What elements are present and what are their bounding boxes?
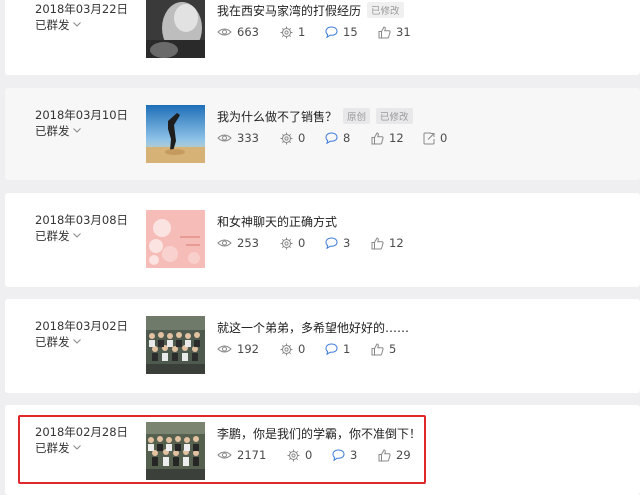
comment-icon xyxy=(325,237,338,249)
article-thumbnail[interactable] xyxy=(146,0,205,58)
status-label: 已群发 xyxy=(35,229,70,243)
chevron-down-icon xyxy=(72,22,81,27)
share-icon xyxy=(423,132,435,144)
article-title[interactable]: 就这一个弟弟，多希望他好好的…… xyxy=(217,319,409,336)
publish-date: 2018年03月02日 xyxy=(35,319,129,333)
article-card[interactable]: 2018年03月10日 已群发 我为什么做不了销售？ 原创 已修改 333 0 8 xyxy=(5,88,640,180)
gear-like-icon xyxy=(280,26,293,38)
highlight-box xyxy=(18,415,426,484)
publish-date: 2018年03月10日 xyxy=(35,108,129,122)
eye-icon xyxy=(217,345,232,353)
status-dropdown[interactable]: 已群发 xyxy=(35,17,81,33)
thumbs-count: 31 xyxy=(378,25,411,39)
comment-count: 8 xyxy=(325,131,350,145)
comment-count: 1 xyxy=(325,342,350,356)
read-count: 253 xyxy=(217,236,259,250)
comment-icon xyxy=(325,26,338,38)
gear-like-icon xyxy=(280,132,293,144)
comment-icon xyxy=(325,343,338,355)
publish-date: 2018年03月22日 xyxy=(35,2,129,16)
share-count: 0 xyxy=(423,131,447,145)
read-count: 663 xyxy=(217,25,259,39)
thumbs-up-icon xyxy=(371,236,384,249)
status-dropdown[interactable]: 已群发 xyxy=(35,334,81,350)
like-count: 0 xyxy=(280,342,305,356)
like-count: 1 xyxy=(280,25,305,39)
status-label: 已群发 xyxy=(35,124,70,138)
article-title[interactable]: 我为什么做不了销售？ 原创 已修改 xyxy=(217,108,413,125)
comment-count: 15 xyxy=(325,25,358,39)
article-card[interactable]: 2018年03月22日 已群发 我在西安马家湾的打假经历 已修改 663 1 15 xyxy=(5,0,640,75)
like-count: 0 xyxy=(280,236,305,250)
thumbs-count: 12 xyxy=(371,131,404,145)
eye-icon xyxy=(217,134,232,142)
edited-tag: 已修改 xyxy=(367,2,404,18)
read-count: 333 xyxy=(217,131,259,145)
chevron-down-icon xyxy=(72,339,81,344)
article-thumbnail[interactable] xyxy=(146,210,205,268)
original-tag: 原创 xyxy=(343,108,371,124)
thumbs-count: 12 xyxy=(371,236,404,250)
thumbs-up-icon xyxy=(371,131,384,144)
comment-count: 3 xyxy=(325,236,350,250)
edited-tag: 已修改 xyxy=(376,108,413,124)
comment-icon xyxy=(325,132,338,144)
gear-like-icon xyxy=(280,343,293,355)
article-title[interactable]: 我在西安马家湾的打假经历 已修改 xyxy=(217,2,404,19)
article-card[interactable]: 2018年03月02日 已群发 就这一个弟弟，多希望他好好的…… 192 0 1 xyxy=(5,299,640,393)
status-label: 已群发 xyxy=(35,18,70,32)
status-label: 已群发 xyxy=(35,335,70,349)
like-count: 0 xyxy=(280,131,305,145)
article-thumbnail[interactable] xyxy=(146,105,205,163)
eye-icon xyxy=(217,28,232,36)
chevron-down-icon xyxy=(72,128,81,133)
article-title[interactable]: 和女神聊天的正确方式 xyxy=(217,213,337,230)
article-thumbnail[interactable] xyxy=(146,316,205,374)
thumbs-up-icon xyxy=(378,25,391,38)
thumbs-up-icon xyxy=(371,342,384,355)
status-dropdown[interactable]: 已群发 xyxy=(35,123,81,139)
gear-like-icon xyxy=(280,237,293,249)
chevron-down-icon xyxy=(72,233,81,238)
status-dropdown[interactable]: 已群发 xyxy=(35,228,81,244)
read-count: 192 xyxy=(217,342,259,356)
article-card[interactable]: 2018年03月08日 已群发 和女神聊天的正确方式 253 0 3 12 xyxy=(5,193,640,287)
thumbs-count: 5 xyxy=(371,342,396,356)
eye-icon xyxy=(217,239,232,247)
publish-date: 2018年03月08日 xyxy=(35,213,129,227)
